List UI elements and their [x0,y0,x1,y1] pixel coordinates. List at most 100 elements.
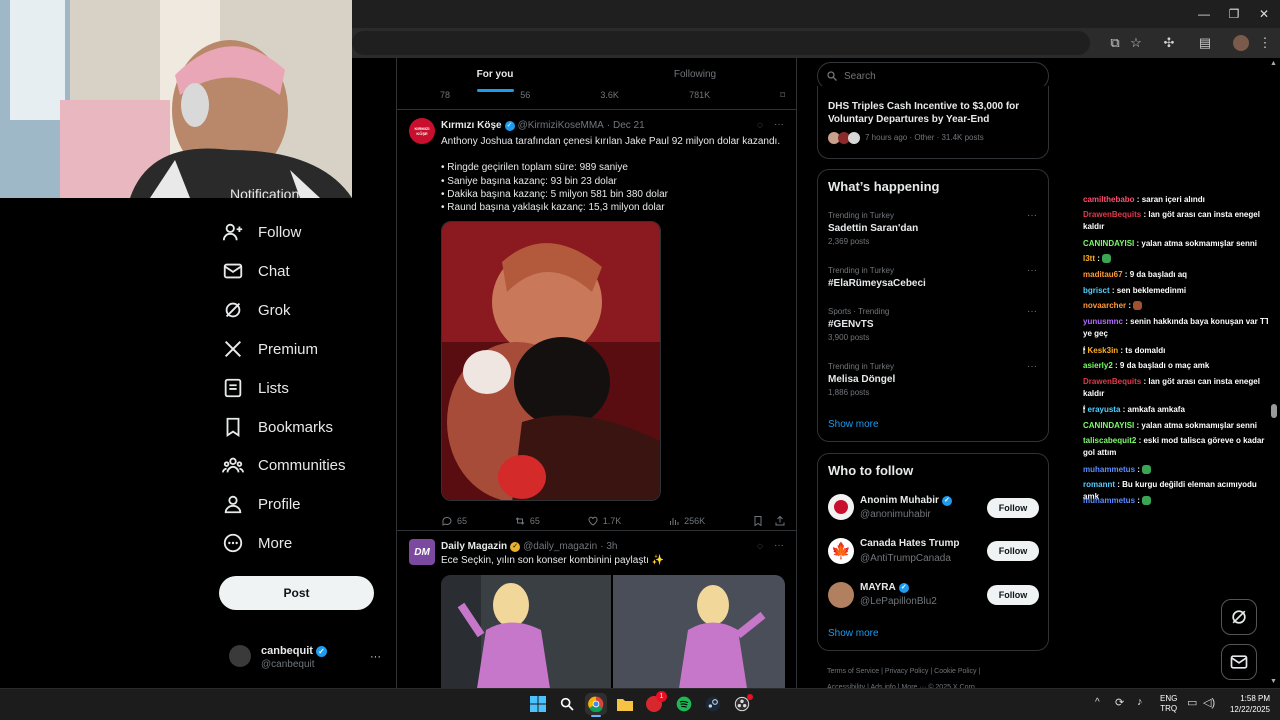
trend-item[interactable]: Trending in Turkey Sadettin Saran'dan 2,… [828,211,1040,246]
chat-username[interactable]: maditau67 [1083,270,1123,279]
share-icon[interactable] [774,515,786,527]
chat-username[interactable]: asierly2 [1083,361,1113,370]
windows-start-icon[interactable] [527,693,549,715]
messages-floating-button[interactable] [1221,644,1257,680]
trend-more-icon[interactable]: ··· [1027,265,1037,276]
suggested-account-name[interactable]: Canada Hates Trump [860,538,959,549]
tweet-more-icon[interactable]: ··· [774,119,784,130]
chat-username[interactable]: taliscabequit2 [1083,436,1136,445]
sync-icon[interactable]: ⟳ [1115,696,1124,709]
like-button[interactable]: 1.7K [587,515,621,527]
tweet-more-icon[interactable]: ··· [774,540,784,551]
tray-overflow-icon[interactable]: ^ [1095,697,1100,708]
news-title[interactable]: DHS Triples Cash Incentive to $3,000 for… [828,100,1040,126]
maximize-icon[interactable]: ❐ [1224,6,1244,22]
spotify-icon[interactable] [673,693,695,715]
footer-link[interactable]: Cookie Policy [934,668,976,675]
trend-more-icon[interactable]: ··· [1027,361,1037,372]
views-button[interactable]: 256K [668,515,705,527]
trend-more-icon[interactable]: ··· [1027,210,1037,221]
chrome-icon[interactable] [585,693,607,715]
chat-username[interactable]: CANINDAYISI [1083,239,1134,248]
trend-item[interactable]: Trending in Turkey Melisa Döngel 1,886 p… [828,362,1040,397]
chat-username[interactable]: romannt [1083,480,1115,489]
tweet-author[interactable]: Kırmızı Köşe [441,120,502,131]
chat-username[interactable]: DrawenBequits [1083,210,1141,219]
bookmark-icon[interactable]: ⌑ [780,90,785,100]
chat-username[interactable]: l3tt [1083,254,1095,263]
microphone-icon[interactable]: ♪ [1137,696,1143,708]
nav-item-bookmarks[interactable]: Bookmarks [222,412,333,442]
account-avatar[interactable] [229,645,251,667]
show-more-link[interactable]: Show more [828,628,879,639]
tab-following[interactable]: Following [593,58,796,94]
chat-username[interactable]: novaarcher [1083,301,1126,310]
tweet-avatar[interactable]: KIRMIZI KÖŞE [409,118,435,144]
retweet-button[interactable]: 65 [514,515,540,527]
trend-item[interactable]: Trending in Turkey #ElaRümeysaCebeci [828,266,1040,289]
trend-more-icon[interactable]: ··· [1027,306,1037,317]
clock[interactable]: 1:58 PM 12/22/2025 [1224,693,1270,715]
bookmark-icon[interactable] [752,515,764,527]
post-button[interactable]: Post [219,576,374,610]
nav-item-premium[interactable]: Premium [222,334,318,364]
like-count[interactable]: 3.6K [600,90,619,100]
tweet-card[interactable]: KIRMIZI KÖŞE Kırmızı Köşe ✓ @KirmiziKose… [397,110,796,530]
close-icon[interactable]: ✕ [1254,6,1274,22]
tweet-avatar[interactable]: DM [409,539,435,565]
file-explorer-icon[interactable] [614,693,636,715]
suggested-account-name-row[interactable]: Anonim Muhabir ✓ [860,495,952,506]
nav-item-profile[interactable]: Profile [222,489,301,519]
show-more-link[interactable]: Show more [828,419,879,430]
tweet-author[interactable]: Daily Magazin [441,541,507,552]
minimize-icon[interactable]: — [1194,6,1214,22]
chat-username[interactable]: DrawenBequits [1083,377,1141,386]
nav-item-more[interactable]: More [222,528,292,558]
nav-item-grok[interactable]: Grok [222,295,291,325]
page-scrollbar[interactable]: ▲ ▼ [1268,58,1280,688]
side-panel-icon[interactable]: ▤ [1196,34,1214,52]
tweet-media-image[interactable] [441,221,661,501]
extensions-icon[interactable]: ✣ [1160,34,1178,52]
tweet-handle[interactable]: @daily_magazin [523,541,597,552]
account-name-row[interactable]: canbequit ✓ [261,645,327,657]
footer-link[interactable]: Terms of Service [827,668,879,675]
chat-username[interactable]: bgrisct [1083,286,1110,295]
cast-icon[interactable]: ⧉ [1106,34,1124,52]
star-icon[interactable]: ☆ [1127,34,1145,52]
chat-username[interactable]: muhammetus [1083,465,1135,474]
tweet-media-image[interactable] [441,575,611,688]
account-avatar[interactable]: 🍁 [828,538,854,564]
reply-button[interactable]: 65 [441,515,467,527]
chat-username[interactable]: yunusmnc [1083,317,1123,326]
language-indicator[interactable]: ENG TRQ [1160,694,1177,714]
follow-button[interactable]: Follow [987,498,1039,518]
news-panel[interactable]: DHS Triples Cash Incentive to $3,000 for… [817,86,1049,159]
nav-item-follow[interactable]: Follow [222,217,301,247]
suggested-account-name-row[interactable]: MAYRA ✓ [860,582,909,593]
account-avatar[interactable] [828,494,854,520]
account-avatar[interactable] [828,582,854,608]
scroll-up-icon[interactable]: ▲ [1270,60,1277,67]
tweet-card[interactable]: DM Daily Magazin ✓ @daily_magazin · 3h ◌… [397,531,796,688]
profile-avatar[interactable] [1233,35,1249,51]
tweet-media-image[interactable] [613,575,785,688]
chat-username[interactable]: erayusta [1088,405,1121,414]
nav-item-lists[interactable]: Lists [222,373,289,403]
chat-username[interactable]: camilthebabo [1083,195,1135,204]
grok-icon[interactable]: ◌ [757,541,763,552]
address-bar[interactable] [352,31,1090,55]
tweet-date[interactable]: · 3h [600,541,617,552]
trend-item[interactable]: Sports · Trending #GENvTS 3,900 posts [828,307,1040,342]
footer-link[interactable]: Privacy Policy [885,668,929,675]
scrollbar-thumb[interactable] [1271,404,1277,418]
grok-floating-button[interactable] [1221,599,1257,635]
nav-item-chat[interactable]: Chat [222,256,290,286]
chat-username[interactable]: CANINDAYISI [1083,421,1134,430]
chat-username[interactable]: Kesk3in [1088,346,1119,355]
volume-icon[interactable]: ◁) [1203,696,1215,709]
follow-button[interactable]: Follow [987,585,1039,605]
account-more-icon[interactable]: ··· [370,651,381,663]
steam-icon[interactable] [702,693,724,715]
follow-button[interactable]: Follow [987,541,1039,561]
